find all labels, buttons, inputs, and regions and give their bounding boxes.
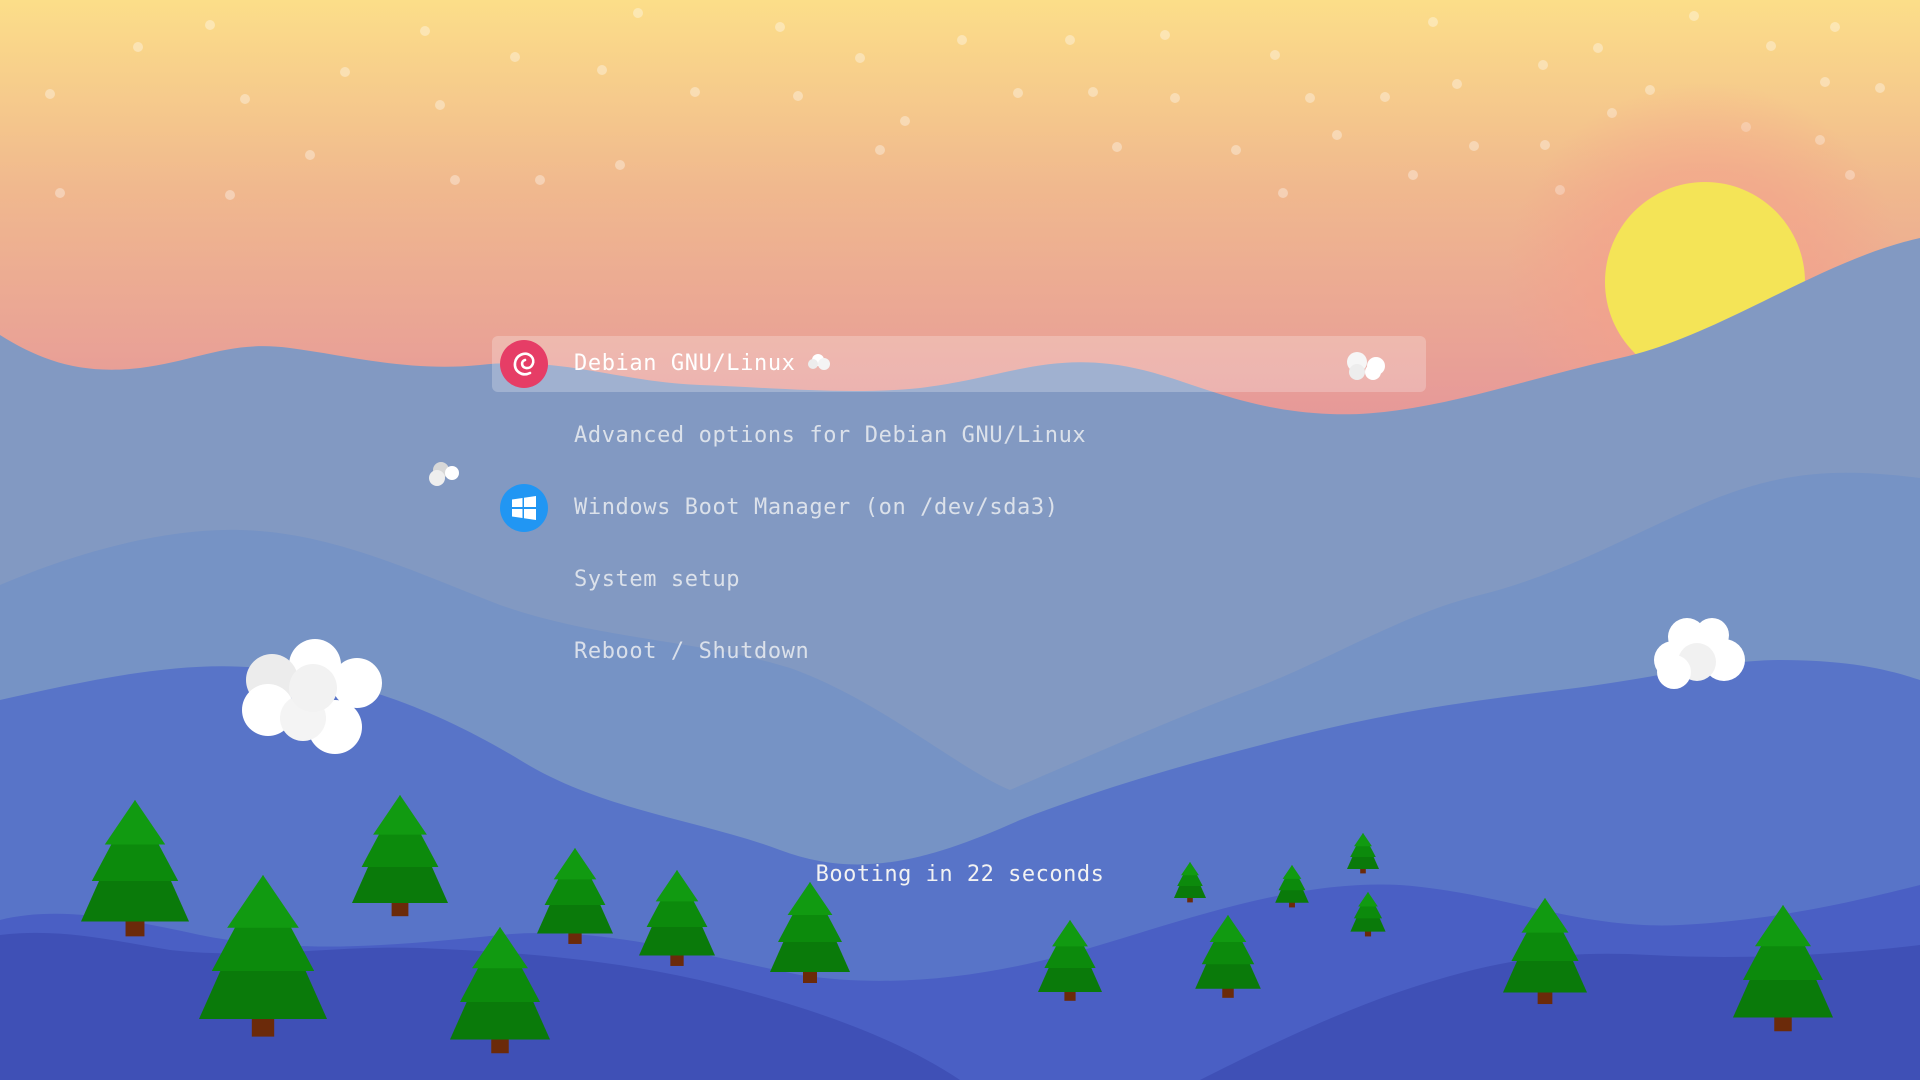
boot-entry-label: Debian GNU/Linux [574, 351, 796, 376]
boot-entry-label: Reboot / Shutdown [574, 639, 810, 664]
boot-entry-windows[interactable]: Windows Boot Manager (on /dev/sda3) [492, 480, 1426, 536]
boot-entry-reboot-shutdown[interactable]: Reboot / Shutdown [492, 624, 1426, 680]
boot-menu: Debian GNU/Linux Advanced options for De… [492, 336, 1426, 696]
boot-entry-system-setup[interactable]: System setup [492, 552, 1426, 608]
boot-entry-label: Advanced options for Debian GNU/Linux [574, 423, 1087, 448]
boot-entry-label: Windows Boot Manager (on /dev/sda3) [574, 495, 1059, 520]
boot-entry-advanced-options[interactable]: Advanced options for Debian GNU/Linux [492, 408, 1426, 464]
debian-swirl-icon [500, 340, 548, 388]
boot-entry-debian[interactable]: Debian GNU/Linux [492, 336, 1426, 392]
windows-logo-icon [500, 484, 548, 532]
boot-countdown: Booting in 22 seconds [815, 862, 1105, 887]
boot-entry-label: System setup [574, 567, 741, 592]
